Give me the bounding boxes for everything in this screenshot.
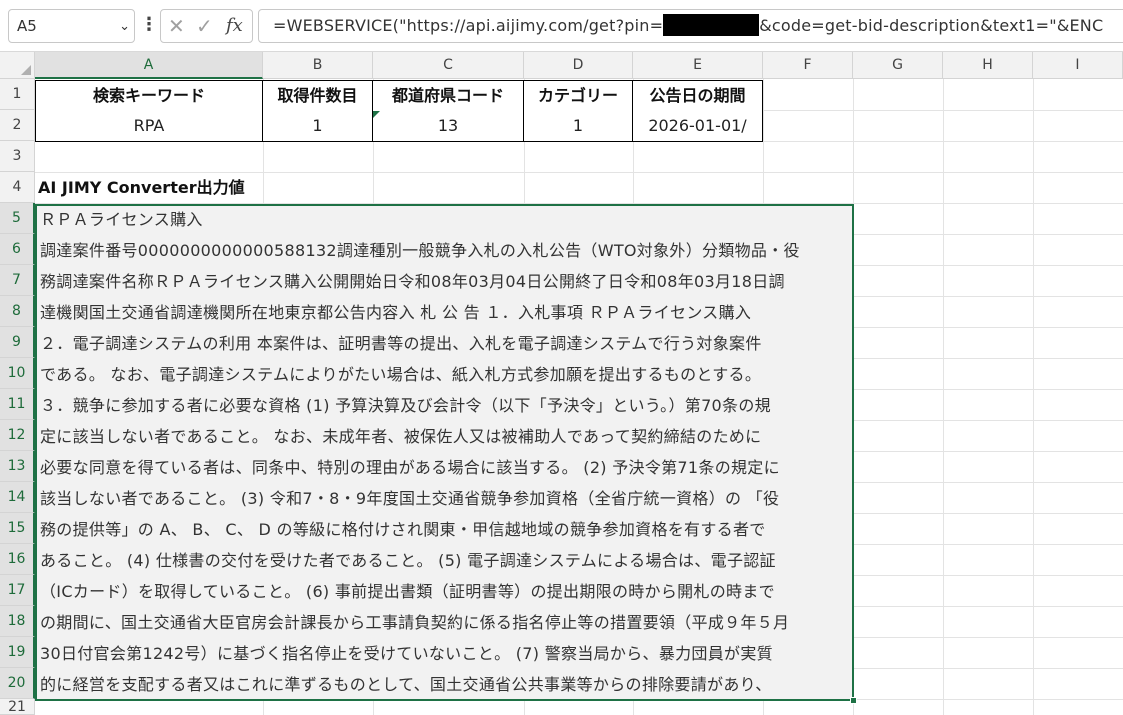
row-header-8[interactable]: 8 <box>0 296 35 327</box>
output-line: 達機関国土交通省調達機関所在地東京都公告内容入 札 公 告 １．入札事項 ＲＰＡ… <box>40 303 752 322</box>
formula-input[interactable]: =WEBSERVICE("https://api.aijimy.com/get?… <box>258 9 1123 43</box>
gridline <box>1033 79 1034 715</box>
cell-fetch-count[interactable]: 1 <box>263 111 373 142</box>
row-header-3[interactable]: 3 <box>0 141 35 172</box>
column-header-d[interactable]: D <box>524 52 633 79</box>
insert-function-icon[interactable]: fx <box>226 10 243 42</box>
row-header-16[interactable]: 16 <box>0 544 35 575</box>
column-header-b[interactable]: B <box>263 52 373 79</box>
row-header-4[interactable]: 4 <box>0 172 35 203</box>
output-line: ２．電子調達システムの利用 本案件は、証明書等の提出、入札を電子調達システムで行… <box>40 334 762 353</box>
cell-announce-period[interactable]: 2026-01-01/ <box>633 111 763 142</box>
fill-handle[interactable] <box>850 697 857 704</box>
output-line: （ICカード）を取得していること。 (6) 事前提出書類（証明書等）の提出期限の… <box>40 582 775 601</box>
header-category[interactable]: カテゴリー <box>524 81 633 112</box>
output-line: あること。 (4) 仕様書の交付を受けた者であること。 (5) 電子調達システム… <box>40 551 776 570</box>
output-line: ３．競争に参加する者に必要な資格 (1) 予算決算及び会計令（以下「予決令」とい… <box>40 396 771 415</box>
name-box[interactable]: A5 ⌄ <box>8 9 135 43</box>
row-header-6[interactable]: 6 <box>0 234 35 265</box>
column-header-h[interactable]: H <box>943 52 1033 79</box>
row-header-21[interactable]: 21 <box>0 699 35 715</box>
formula-text-prefix: =WEBSERVICE("https://api.aijimy.com/get?… <box>273 16 664 35</box>
cell-category[interactable]: 1 <box>524 111 633 142</box>
row-header-7[interactable]: 7 <box>0 265 35 296</box>
row-header-14[interactable]: 14 <box>0 482 35 513</box>
output-line: 務調達案件名称ＲＰＡライセンス購入公開開始日令和08年03月04日公開終了日令和… <box>40 272 785 291</box>
number-as-text-indicator[interactable] <box>373 111 380 118</box>
output-label[interactable]: AI JIMY Converter出力値 <box>38 172 245 203</box>
header-search-keyword[interactable]: 検索キーワード <box>36 81 263 112</box>
formula-buttons: ✕ ✓ fx <box>160 9 253 43</box>
cancel-icon[interactable]: ✕ <box>168 10 185 42</box>
formula-text-suffix: &code=get-bid-description&text1="&ENC <box>759 16 1104 35</box>
output-line: 調達案件番号0000000000000588132調達種別一般競争入札の入札公告… <box>40 241 800 260</box>
column-header-i[interactable]: I <box>1033 52 1123 79</box>
column-header-f[interactable]: F <box>763 52 853 79</box>
redacted-block <box>663 14 760 36</box>
name-box-value: A5 <box>17 17 37 35</box>
spreadsheet-grid: A B C D E F G H I 1 2 3 4 5 6 7 8 9 10 1… <box>0 52 1123 715</box>
row-header-11[interactable]: 11 <box>0 389 35 420</box>
more-options-icon[interactable]: ⋮ <box>140 13 158 37</box>
check-icon[interactable]: ✓ <box>196 10 213 42</box>
row-header-12[interactable]: 12 <box>0 420 35 451</box>
cell-search-keyword[interactable]: RPA <box>36 111 263 142</box>
output-line: ＲＰＡライセンス購入 <box>40 210 203 229</box>
row-header-18[interactable]: 18 <box>0 606 35 637</box>
header-prefecture-code[interactable]: 都道府県コード <box>373 81 524 112</box>
select-all-corner[interactable] <box>0 52 35 79</box>
formula-bar: A5 ⌄ ⋮ ✕ ✓ fx =WEBSERVICE("https://api.a… <box>0 0 1123 52</box>
header-fetch-count[interactable]: 取得件数目 <box>263 81 373 112</box>
output-line: 30日付官会第1242号）に基づく指名停止を受けていないこと。 (7) 警察当局… <box>40 644 773 663</box>
row-header-15[interactable]: 15 <box>0 513 35 544</box>
column-header-e[interactable]: E <box>633 52 763 79</box>
column-header-a[interactable]: A <box>35 52 263 79</box>
column-header-g[interactable]: G <box>853 52 943 79</box>
row-header-19[interactable]: 19 <box>0 637 35 668</box>
output-line: 定に該当しない者であること。 なお、未成年者、被保佐人又は被補助人であって契約締… <box>40 427 762 446</box>
row-header-17[interactable]: 17 <box>0 575 35 606</box>
row-header-5[interactable]: 5 <box>0 203 35 234</box>
row-header-20[interactable]: 20 <box>0 668 35 699</box>
chevron-down-icon[interactable]: ⌄ <box>119 11 130 43</box>
output-line: 的に経営を支配する者又はこれに準ずるものとして、国土交通省公共事業等からの排除要… <box>40 675 772 694</box>
gridline <box>943 79 944 715</box>
output-line: 該当しない者であること。 (3) 令和7・8・9年度国土交通省競争参加資格（全省… <box>40 489 780 508</box>
row-header-13[interactable]: 13 <box>0 451 35 482</box>
header-announce-period[interactable]: 公告日の期間 <box>633 81 763 112</box>
row-header-2[interactable]: 2 <box>0 110 35 141</box>
column-header-c[interactable]: C <box>373 52 524 79</box>
output-line: の期間に、国土交通省大臣官房会計課長から工事請負契約に係る指名停止等の措置要領（… <box>40 613 790 632</box>
row-header-10[interactable]: 10 <box>0 358 35 389</box>
output-line: 必要な同意を得ている者は、同条中、特別の理由がある場合に該当する。 (2) 予決… <box>40 458 780 477</box>
row-header-1[interactable]: 1 <box>0 79 35 110</box>
row-header-9[interactable]: 9 <box>0 327 35 358</box>
output-line: である。 なお、電子調達システムによりがたい場合は、紙入札方式参加願を提出するも… <box>40 365 762 384</box>
cell-prefecture-code[interactable]: 13 <box>373 111 524 142</box>
output-line: 務の提供等」の A、 B、 C、 D の等級に格付けされ関東・甲信越地域の競争参… <box>40 520 766 539</box>
